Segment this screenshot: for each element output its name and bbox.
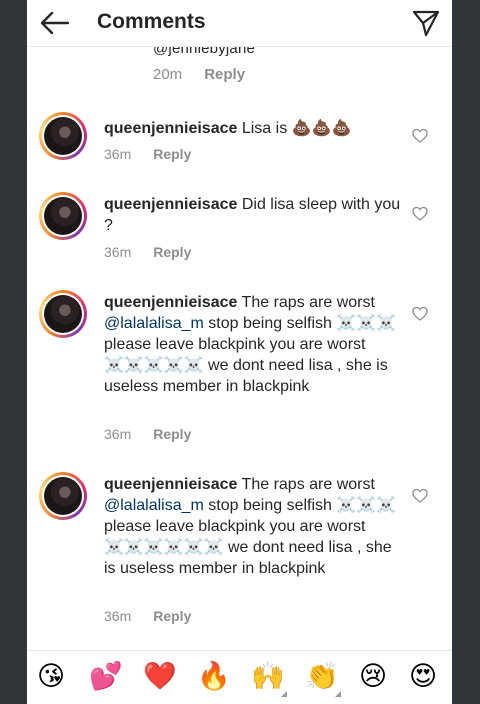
comment-text: The raps are worst xyxy=(241,476,375,493)
emoji-button[interactable]: 😍 xyxy=(405,651,449,704)
emoji-button[interactable]: 💕 xyxy=(85,651,129,704)
comment-username[interactable]: queenjennieisace xyxy=(104,476,237,493)
emoji-raising-hands: 🙌 xyxy=(251,661,285,692)
emoji-button[interactable]: 🔥 xyxy=(193,651,237,704)
comment-time: 20m xyxy=(153,66,183,83)
comment-meta: 36m Reply xyxy=(104,426,191,442)
heart-icon[interactable] xyxy=(412,206,428,222)
avatar[interactable] xyxy=(39,472,87,520)
comment-username[interactable]: queenjennieisace xyxy=(104,294,237,311)
previous-comment-meta: 20m Reply xyxy=(153,66,245,83)
mention-link[interactable]: @lalalalisa_m xyxy=(104,315,204,332)
heart-icon[interactable] xyxy=(412,128,428,144)
comment-username[interactable]: queenjennieisace xyxy=(104,196,237,213)
comments-screen: Comments @jenniebyjane 20m Reply queenjen… xyxy=(27,0,452,704)
comment-username[interactable]: queenjennieisace xyxy=(104,120,237,137)
comment-text: The raps are worst xyxy=(241,294,375,311)
back-button[interactable] xyxy=(39,10,71,36)
comment-body: queenjennieisace The raps are worst @lal… xyxy=(104,474,404,579)
heart-icon[interactable] xyxy=(412,306,428,322)
emoji-button[interactable]: 😢 xyxy=(355,651,399,704)
comment-meta: 36m Reply xyxy=(104,244,191,260)
reply-button[interactable]: Reply xyxy=(204,66,245,83)
emoji-crying-face: 😢 xyxy=(359,661,388,692)
comment-time: 36m xyxy=(104,244,132,260)
avatar-image xyxy=(44,295,82,333)
header: Comments xyxy=(27,0,452,47)
emoji-kiss: 😘 xyxy=(37,661,66,692)
emoji-red-heart: ❤️ xyxy=(143,661,177,692)
comment-meta: 36m Reply xyxy=(104,608,191,624)
emoji-clapping-hands: 👏 xyxy=(305,661,339,692)
emoji-two-hearts: 💕 xyxy=(89,661,123,692)
comment-time: 36m xyxy=(104,608,132,624)
quick-emoji-bar: 😘 💕 ❤️ 🔥 🙌 👏 😢 😍 xyxy=(27,650,452,704)
reply-button[interactable]: Reply xyxy=(153,244,191,260)
emoji-button[interactable]: ❤️ xyxy=(139,651,183,704)
comment-text: Lisa is 💩💩💩 xyxy=(241,120,352,137)
reply-button[interactable]: Reply xyxy=(153,608,191,624)
avatar-image xyxy=(44,117,82,155)
avatar[interactable] xyxy=(39,290,87,338)
reply-button[interactable]: Reply xyxy=(153,146,191,162)
skin-tone-indicator xyxy=(335,691,341,697)
avatar[interactable] xyxy=(39,112,87,160)
comment-time: 36m xyxy=(104,426,132,442)
emoji-heart-eyes: 😍 xyxy=(409,661,438,692)
mention-link[interactable]: @lalalalisa_m xyxy=(104,497,204,514)
emoji-fire: 🔥 xyxy=(197,661,231,692)
comment-body: queenjennieisace Did lisa sleep with you… xyxy=(104,194,404,236)
send-icon xyxy=(412,10,440,37)
back-arrow-icon xyxy=(40,11,70,35)
skin-tone-indicator xyxy=(281,691,287,697)
emoji-button[interactable]: 🙌 xyxy=(247,651,291,704)
send-button[interactable] xyxy=(412,9,440,37)
emoji-button[interactable]: 😘 xyxy=(33,651,77,704)
avatar[interactable] xyxy=(39,192,87,240)
avatar-image xyxy=(44,197,82,235)
reply-button[interactable]: Reply xyxy=(153,426,191,442)
comment-body: queenjennieisace The raps are worst @lal… xyxy=(104,292,404,397)
avatar-image xyxy=(44,477,82,515)
comment-meta: 36m Reply xyxy=(104,146,191,162)
comment-time: 36m xyxy=(104,146,132,162)
comment-body: queenjennieisace Lisa is 💩💩💩 xyxy=(104,118,404,139)
heart-icon[interactable] xyxy=(412,488,428,504)
emoji-button[interactable]: 👏 xyxy=(301,651,345,704)
page-title: Comments xyxy=(97,10,206,33)
